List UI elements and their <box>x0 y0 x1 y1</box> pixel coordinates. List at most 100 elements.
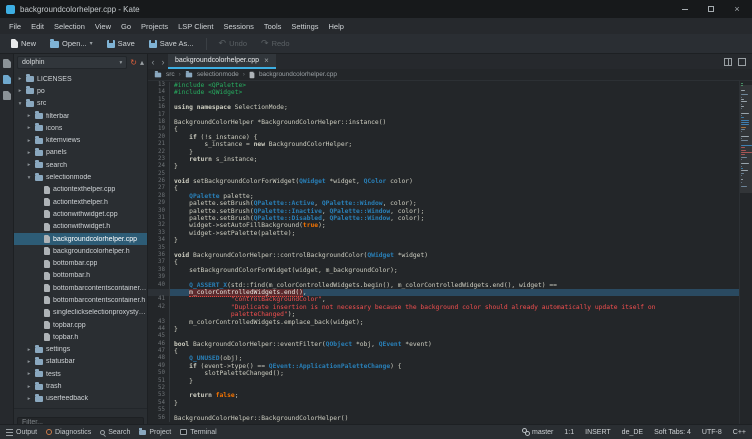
redo-button[interactable]: ↷ Redo <box>256 37 294 50</box>
tree-item-tests[interactable]: ▸tests <box>14 368 147 380</box>
tab-next-icon[interactable]: › <box>158 54 168 69</box>
statusbar-toolview-output[interactable]: Output <box>6 429 37 436</box>
tree-item-trash[interactable]: ▸trash <box>14 380 147 392</box>
minimize-icon[interactable] <box>680 4 690 14</box>
new-button[interactable]: New <box>6 37 41 50</box>
tree-item-statusbar[interactable]: ▸statusbar <box>14 356 147 368</box>
expand-icon[interactable]: ▸ <box>17 88 23 94</box>
statusbar-toolview-terminal[interactable]: Terminal <box>180 429 216 436</box>
documents-list-icon[interactable] <box>738 58 746 66</box>
code-line[interactable]: 26void setBackgroundColorForWidget(QWidg… <box>148 178 739 185</box>
tree-item-userfeedback[interactable]: ▸userfeedback <box>14 393 147 405</box>
code-line[interactable]: 43 m_colorControlledWidgets.emplace_back… <box>148 319 739 326</box>
code-line[interactable]: 41 "controlBackgroundColor", <box>148 296 739 303</box>
projects-toolview-icon[interactable] <box>3 75 11 84</box>
expand-icon[interactable]: ▸ <box>26 162 32 168</box>
code-line[interactable]: 38 setBackgroundColorForWidget(widget, m… <box>148 267 739 274</box>
tree-item-topbar-h[interactable]: topbar.h <box>14 331 147 343</box>
undo-button[interactable]: ↶ Undo <box>214 37 252 50</box>
code-line[interactable]: 18BackgroundColorHelper *BackgroundColor… <box>148 119 739 126</box>
maximize-icon[interactable] <box>706 4 716 14</box>
expand-icon[interactable]: ▸ <box>17 76 23 82</box>
tree-item-licenses[interactable]: ▸LICENSES <box>14 73 147 85</box>
code-line[interactable]: 47{ <box>148 348 739 355</box>
code-line[interactable]: paletteChanged"); <box>148 311 739 318</box>
expand-icon[interactable]: ▸ <box>26 113 32 119</box>
menu-item-projects[interactable]: Projects <box>136 20 173 33</box>
status-master[interactable]: master <box>522 428 553 436</box>
tree-item-actiontexthelper-cpp[interactable]: actiontexthelper.cpp <box>14 184 147 196</box>
code-line[interactable]: 40 Q_ASSERT_X(std::find(m_colorControlle… <box>148 282 739 289</box>
tree-item-po[interactable]: ▸po <box>14 85 147 97</box>
statusbar-toolview-search[interactable]: Search <box>100 429 130 436</box>
code-line[interactable]: 46bool BackgroundColorHelper::eventFilte… <box>148 341 739 348</box>
tree-item-bottombarcontentscontainer-h[interactable]: bottombarcontentscontainer.h <box>14 294 147 306</box>
menu-item-view[interactable]: View <box>90 20 116 33</box>
status-insert[interactable]: INSERT <box>585 429 611 436</box>
code-line[interactable]: 44} <box>148 326 739 333</box>
split-view-icon[interactable] <box>724 58 732 66</box>
minimap-scrollbar[interactable] <box>739 81 752 424</box>
code-line[interactable]: 19{ <box>148 126 739 133</box>
tree-item-src[interactable]: ▾src <box>14 98 147 110</box>
statusbar-toolview-diagnostics[interactable]: Diagnostics <box>46 429 91 436</box>
code-line[interactable]: 20 if (!s_instance) { <box>148 134 739 141</box>
save-as-button[interactable]: Save As... <box>144 37 199 50</box>
expand-icon[interactable]: ▸ <box>26 150 32 156</box>
expand-icon[interactable]: ▸ <box>26 359 32 365</box>
code-line[interactable]: 24} <box>148 163 739 170</box>
documents-toolview-icon[interactable] <box>3 59 11 68</box>
tree-item-filterbar[interactable]: ▸filterbar <box>14 110 147 122</box>
code-line[interactable]: 33 widget->setPalette(palette); <box>148 230 739 237</box>
tree-item-settings[interactable]: ▸settings <box>14 344 147 356</box>
status-1-1[interactable]: 1:1 <box>564 429 574 436</box>
code-line[interactable]: 51 } <box>148 378 739 385</box>
statusbar-toolview-project[interactable]: Project <box>139 429 171 436</box>
collapse-icon[interactable]: ▾ <box>17 101 23 107</box>
tree-item-backgroundcolorhelper-h[interactable]: backgroundcolorhelper.h <box>14 245 147 257</box>
tree-item-backgroundcolorhelper-cpp[interactable]: backgroundcolorhelper.cpp <box>14 233 147 245</box>
menu-item-tools[interactable]: Tools <box>259 20 287 33</box>
code-line[interactable]: 16using namespace SelectionMode; <box>148 104 739 111</box>
close-icon[interactable]: × <box>732 4 742 14</box>
status-de-de[interactable]: de_DE <box>622 429 643 436</box>
code-line[interactable]: 42 "Duplicate insertion is not necessary… <box>148 304 739 311</box>
expand-icon[interactable]: ▸ <box>26 347 32 353</box>
code-line[interactable]: 54} <box>148 400 739 407</box>
save-button[interactable]: Save <box>102 37 140 50</box>
tree-item-kitemviews[interactable]: ▸kitemviews <box>14 134 147 146</box>
tab-close-icon[interactable]: × <box>264 56 269 65</box>
tab-prev-icon[interactable]: ‹ <box>148 54 158 69</box>
expand-icon[interactable]: ▸ <box>26 396 32 402</box>
code-line[interactable]: 45 <box>148 333 739 340</box>
open-button[interactable]: Open... ▾ <box>45 37 98 50</box>
code-line[interactable]: 53 return false; <box>148 392 739 399</box>
code-line[interactable]: 48 Q_UNUSED(obj); <box>148 355 739 362</box>
collapse-all-icon[interactable]: ▴ <box>140 59 144 67</box>
code-line[interactable]: m_colorControlledWidgets.end(), <box>148 289 739 296</box>
code-line[interactable]: 31 palette.setBrush(QPalette::Disabled, … <box>148 215 739 222</box>
breadcrumb-item-src[interactable]: src <box>166 71 175 78</box>
code-line[interactable]: 14#include <QWidget> <box>148 89 739 96</box>
code-line[interactable]: 23 return s_instance; <box>148 156 739 163</box>
tree-item-bottombar-h[interactable]: bottombar.h <box>14 270 147 282</box>
menu-item-file[interactable]: File <box>4 20 26 33</box>
tree-item-icons[interactable]: ▸icons <box>14 122 147 134</box>
reload-project-icon[interactable]: ↻ <box>130 59 137 67</box>
code-line[interactable]: 13#include <QPalette> <box>148 82 739 89</box>
menu-item-selection[interactable]: Selection <box>49 20 90 33</box>
menu-item-lsp-client[interactable]: LSP Client <box>173 20 218 33</box>
tree-item-bottombar-cpp[interactable]: bottombar.cpp <box>14 257 147 269</box>
status-soft-tabs-4[interactable]: Soft Tabs: 4 <box>654 429 691 436</box>
code-line[interactable]: 29 palette.setBrush(QPalette::Active, QP… <box>148 200 739 207</box>
tree-item-topbar-cpp[interactable]: topbar.cpp <box>14 319 147 331</box>
code-line[interactable]: 39 <box>148 274 739 281</box>
code-line[interactable]: 25 <box>148 171 739 178</box>
status-c-[interactable]: C++ <box>733 429 746 436</box>
expand-icon[interactable]: ▸ <box>26 371 32 377</box>
menu-item-help[interactable]: Help <box>324 20 349 33</box>
menu-item-settings[interactable]: Settings <box>286 20 323 33</box>
menu-item-edit[interactable]: Edit <box>26 20 49 33</box>
breadcrumb-item-selectionmode[interactable]: selectionmode <box>197 71 239 78</box>
code-line[interactable]: 49 if (event->type() == QEvent::Applicat… <box>148 363 739 370</box>
